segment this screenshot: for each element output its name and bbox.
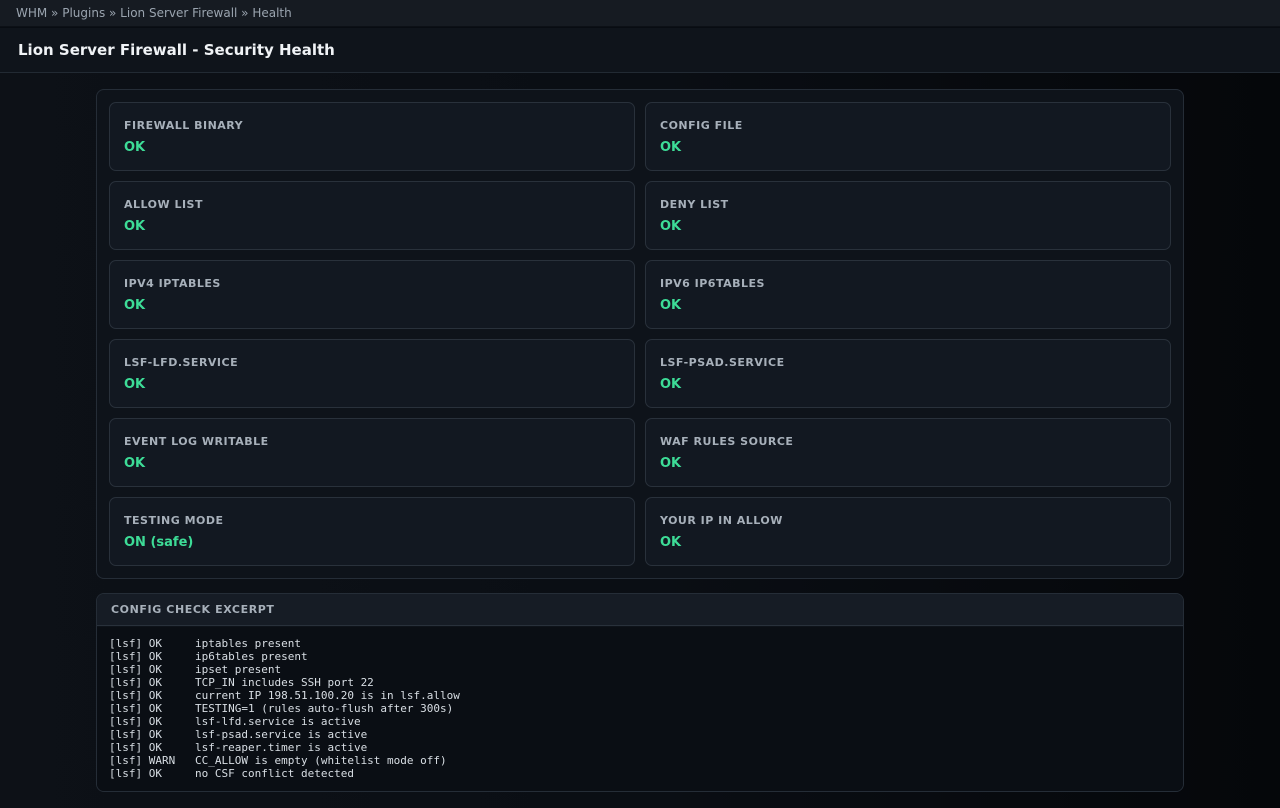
log-line: [lsf] OK lsf-reaper.timer is active (109, 741, 1183, 754)
health-check-status: OK (660, 298, 682, 313)
health-check-status: OK (660, 377, 682, 392)
health-check-card: IPV6 IP6TABLES OK (645, 260, 1171, 329)
log-line-message: ipset present (195, 663, 282, 676)
log-line: [lsf] OK no CSF conflict detected (109, 767, 1183, 780)
health-check-label: DENY LIST (660, 198, 729, 211)
log-line-message: CC_ALLOW is empty (whitelist mode off) (195, 754, 447, 767)
health-check-status: OK (124, 377, 146, 392)
health-check-card: WAF RULES SOURCE OK (645, 418, 1171, 487)
health-check-status: OK (124, 456, 146, 471)
health-check-status: OK (660, 140, 682, 155)
health-check-card: ALLOW LIST OK (109, 181, 635, 250)
log-line-prefix: [lsf] OK (109, 702, 162, 715)
health-check-card: LSF-PSAD.SERVICE OK (645, 339, 1171, 408)
health-check-status: ON (safe) (124, 535, 194, 550)
log-line-prefix: [lsf] OK (109, 767, 162, 780)
log-line-prefix: [lsf] OK (109, 728, 162, 741)
log-line-message: ip6tables present (195, 650, 308, 663)
excerpt-log: [lsf] OK iptables present [lsf] OK ip6table… (97, 627, 1183, 791)
health-check-label: ALLOW LIST (124, 198, 203, 211)
log-line-message: lsf-lfd.service is active (195, 715, 361, 728)
health-check-card: LSF-LFD.SERVICE OK (109, 339, 635, 408)
health-check-label: CONFIG FILE (660, 119, 743, 132)
log-line: [lsf] OK lsf-psad.service is active (109, 728, 1183, 741)
log-line-prefix: [lsf] WARN (109, 754, 176, 767)
log-line: [lsf] WARN CC_ALLOW is empty (whitelist m… (109, 754, 1183, 767)
health-check-card: EVENT LOG WRITABLE OK (109, 418, 635, 487)
log-line-message: lsf-psad.service is active (195, 728, 368, 741)
page-title: Lion Server Firewall - Security Health (0, 28, 1280, 73)
config-check-excerpt-panel: CONFIG CHECK EXCERPT [lsf] OK iptables pr… (96, 593, 1184, 792)
health-check-label: FIREWALL BINARY (124, 119, 244, 132)
log-line: [lsf] OK ip6tables present (109, 650, 1183, 663)
log-line-prefix: [lsf] OK (109, 676, 162, 689)
health-checks-panel: FIREWALL BINARY OK CONFIG FILE OK ALLOW LIST… (96, 89, 1184, 579)
health-check-card: TESTING MODE ON (safe) (109, 497, 635, 566)
log-line-message: lsf-reaper.timer is active (195, 741, 368, 754)
health-check-card: IPV4 IPTABLES OK (109, 260, 635, 329)
log-line: [lsf] OK TCP_IN includes SSH port 22 (109, 676, 1183, 689)
health-check-label: IPV6 IP6TABLES (660, 277, 765, 290)
health-check-card: FIREWALL BINARY OK (109, 102, 635, 171)
log-line: [lsf] OK ipset present (109, 663, 1183, 676)
health-check-card: DENY LIST OK (645, 181, 1171, 250)
health-check-label: LSF-PSAD.SERVICE (660, 356, 785, 369)
log-line-message: current IP 198.51.100.20 is in lsf.allow (195, 689, 460, 702)
health-check-status: OK (660, 456, 682, 471)
log-line-prefix: [lsf] OK (109, 637, 162, 650)
log-line-prefix: [lsf] OK (109, 715, 162, 728)
log-line-prefix: [lsf] OK (109, 663, 162, 676)
log-line: [lsf] OK iptables present (109, 637, 1183, 650)
health-check-card: YOUR IP IN ALLOW OK (645, 497, 1171, 566)
health-check-status: OK (660, 535, 682, 550)
log-line-message: iptables present (195, 637, 301, 650)
health-check-label: YOUR IP IN ALLOW (660, 514, 783, 527)
health-check-status: OK (660, 219, 682, 234)
health-check-label: WAF RULES SOURCE (660, 435, 794, 448)
health-check-label: IPV4 IPTABLES (124, 277, 221, 290)
log-line-prefix: [lsf] OK (109, 741, 162, 754)
health-check-label: LSF-LFD.SERVICE (124, 356, 239, 369)
log-line-prefix: [lsf] OK (109, 650, 162, 663)
log-line-message: TCP_IN includes SSH port 22 (195, 676, 374, 689)
health-check-status: OK (124, 298, 146, 313)
health-check-status: OK (124, 219, 146, 234)
log-line-prefix: [lsf] OK (109, 689, 162, 702)
log-line: [lsf] OK TESTING=1 (rules auto-flush afte… (109, 702, 1183, 715)
log-line: [lsf] OK current IP 198.51.100.20 is in l… (109, 689, 1183, 702)
log-line-message: no CSF conflict detected (195, 767, 354, 780)
health-check-status: OK (124, 140, 146, 155)
log-line-message: TESTING=1 (rules auto-flush after 300s) (195, 702, 454, 715)
health-check-card: CONFIG FILE OK (645, 102, 1171, 171)
health-check-label: TESTING MODE (124, 514, 224, 527)
log-line: [lsf] OK lsf-lfd.service is active (109, 715, 1183, 728)
breadcrumb: WHM » Plugins » Lion Server Firewall » H… (0, 0, 1280, 27)
health-check-label: EVENT LOG WRITABLE (124, 435, 269, 448)
excerpt-title: CONFIG CHECK EXCERPT (97, 594, 1183, 626)
